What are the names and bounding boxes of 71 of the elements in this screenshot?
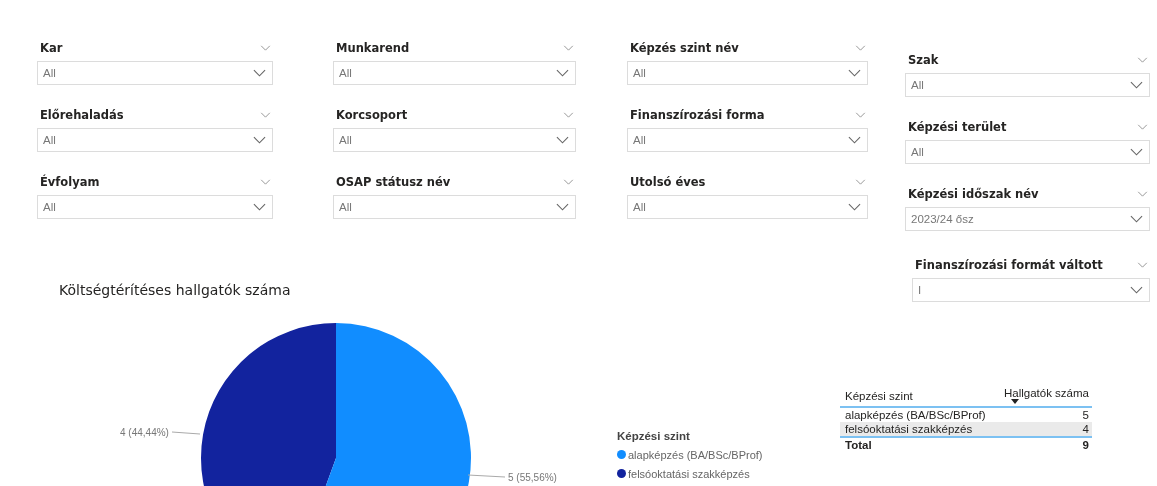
chevron-icon[interactable]: [1137, 124, 1148, 130]
chevron-icon: [1130, 286, 1143, 294]
slicer-label: Munkarend: [336, 41, 410, 55]
chevron-icon[interactable]: [1137, 191, 1148, 197]
table-cell: alapképzés (BA/BSc/BProf): [845, 409, 986, 421]
column-header[interactable]: Hallgatók száma: [1004, 387, 1089, 399]
leader-line: [467, 474, 506, 478]
slicer-label: Képzés szint név: [630, 41, 739, 55]
chevron-icon: [253, 203, 266, 211]
chevron-icon[interactable]: [260, 179, 271, 185]
chart-title: Költségtérítéses hallgatók száma: [58, 282, 292, 300]
slicer-label: Utolsó éves: [630, 175, 706, 189]
total-cell: Total: [845, 439, 872, 451]
slicer-dropdown[interactable]: All: [627, 128, 868, 152]
chevron-icon: [848, 69, 861, 77]
data-label: 5 (55,56%): [508, 472, 557, 483]
chevron-icon: [1130, 148, 1143, 156]
chevron-icon: [556, 69, 569, 77]
chevron-icon[interactable]: [563, 112, 574, 118]
slicer-label: OSAP státusz név: [336, 175, 451, 189]
total-cell: 9: [1082, 439, 1089, 451]
chevron-icon[interactable]: [1137, 57, 1148, 63]
chevron-icon: [253, 69, 266, 77]
chevron-icon: [556, 203, 569, 211]
slicer-dropdown[interactable]: All: [333, 128, 576, 152]
chevron-icon[interactable]: [855, 45, 866, 51]
legend-label: felsóoktatási szakképzés: [628, 467, 750, 480]
chevron-icon: [1130, 215, 1143, 223]
slicer-label: Képzési terület: [908, 120, 1007, 134]
chevron-icon: [848, 203, 861, 211]
slicer-dropdown[interactable]: 2023/24 ősz: [905, 207, 1150, 231]
slicer-label: Évfolyam: [40, 175, 100, 189]
table-cell: felsóoktatási szakképzés: [845, 423, 973, 435]
legend-dot: [617, 469, 626, 478]
slicer-label: Finanszírozási formát váltott: [915, 258, 1103, 272]
legend-title: Képzési szint: [617, 430, 691, 442]
column-header[interactable]: Képzési szint: [845, 389, 992, 402]
chevron-icon[interactable]: [855, 112, 866, 118]
chevron-icon: [848, 136, 861, 144]
chevron-icon[interactable]: [563, 179, 574, 185]
slicer-dropdown[interactable]: All: [627, 195, 868, 219]
table-cell: 4: [1082, 423, 1089, 435]
table-cell: 5: [1082, 409, 1089, 421]
slicer-dropdown[interactable]: All: [333, 195, 576, 219]
chevron-icon: [1130, 81, 1143, 89]
slicer-dropdown[interactable]: All: [905, 73, 1150, 97]
legend-dot: [617, 450, 626, 459]
chevron-icon: [253, 136, 266, 144]
slicer-label: Képzési időszak név: [908, 187, 1039, 201]
slicer-dropdown[interactable]: All: [37, 195, 273, 219]
slicer-label: Finanszírozási forma: [630, 108, 765, 122]
slicer-label: Előrehaladás: [40, 108, 124, 122]
leader-line: [171, 431, 201, 435]
slicer-dropdown[interactable]: All: [905, 140, 1150, 164]
slicer-label: Szak: [908, 53, 939, 67]
chevron-icon: [556, 136, 569, 144]
slicer-dropdown[interactable]: All: [627, 61, 868, 85]
data-label: 4 (44,44%): [120, 427, 169, 438]
pie-slice[interactable]: [201, 323, 336, 486]
slicer-label: Korcsoport: [336, 108, 408, 122]
slicer-dropdown[interactable]: All: [37, 128, 273, 152]
slicer-dropdown[interactable]: I: [912, 278, 1150, 302]
chevron-icon[interactable]: [260, 112, 271, 118]
chevron-icon[interactable]: [563, 45, 574, 51]
legend-label: alapképzés (BA/BSc/BProf): [628, 448, 763, 461]
chevron-icon[interactable]: [1137, 262, 1148, 268]
slicer-label: Kar: [40, 41, 63, 55]
slicer-dropdown[interactable]: All: [37, 61, 273, 85]
chevron-icon[interactable]: [855, 179, 866, 185]
slicer-dropdown[interactable]: All: [333, 61, 576, 85]
chevron-icon[interactable]: [260, 45, 271, 51]
